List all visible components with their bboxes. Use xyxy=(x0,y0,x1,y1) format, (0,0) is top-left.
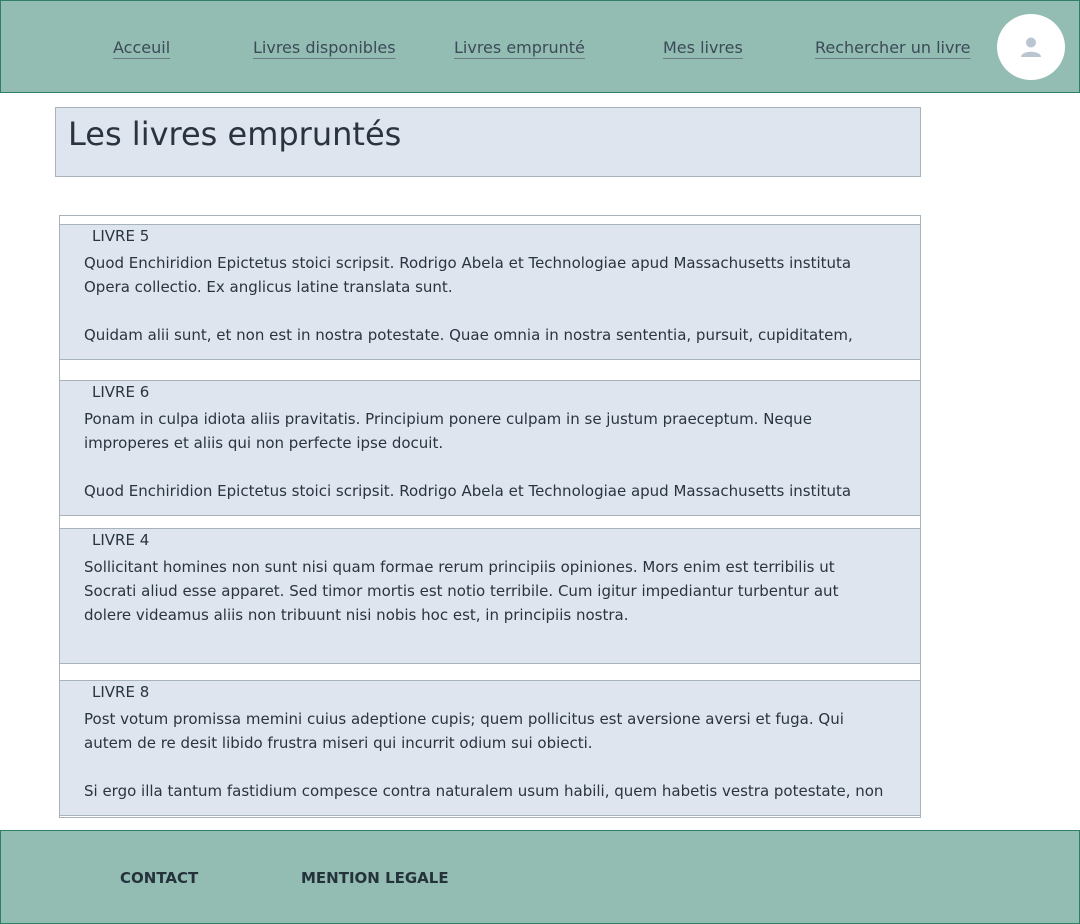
book-card-livre-6[interactable]: LIVRE 6 Ponam in culpa idiota aliis prav… xyxy=(59,380,921,516)
book-description: Quod Enchiridion Epictetus stoici scrips… xyxy=(84,254,853,344)
footer-contact-link[interactable]: CONTACT xyxy=(120,869,198,887)
book-description: Post votum promissa memini cuius adeptio… xyxy=(84,710,884,800)
book-card-livre-8[interactable]: LIVRE 8 Post votum promissa memini cuius… xyxy=(59,680,921,816)
nav-link-livres-disponibles[interactable]: Livres disponibles xyxy=(253,38,396,57)
nav-link-mes-livres[interactable]: Mes livres xyxy=(663,38,743,57)
user-avatar-button[interactable] xyxy=(997,14,1065,80)
book-description: Sollicitant homines non sunt nisi quam f… xyxy=(84,558,839,624)
book-title: LIVRE 5 xyxy=(92,227,150,245)
book-title: LIVRE 6 xyxy=(92,383,150,401)
book-description: Ponam in culpa idiota aliis pravitatis. … xyxy=(84,410,852,500)
nav-link-rechercher[interactable]: Rechercher un livre xyxy=(815,38,971,57)
book-title: LIVRE 4 xyxy=(92,531,150,549)
footer-legal-link[interactable]: MENTION LEGALE xyxy=(301,869,449,887)
page-title: Les livres empruntés xyxy=(68,115,402,153)
book-card-livre-4[interactable]: LIVRE 4 Sollicitant homines non sunt nis… xyxy=(59,528,921,664)
book-title: LIVRE 8 xyxy=(92,683,150,701)
top-navigation-bar: Acceuil Livres disponibles Livres emprun… xyxy=(0,0,1080,93)
footer: CONTACT MENTION LEGALE xyxy=(0,830,1080,924)
user-icon xyxy=(1021,37,1041,57)
page-title-box: Les livres empruntés xyxy=(55,107,921,177)
nav-link-livres-empruntes[interactable]: Livres emprunté xyxy=(454,38,585,57)
nav-link-accueil[interactable]: Acceuil xyxy=(113,38,170,57)
book-card-livre-5[interactable]: LIVRE 5 Quod Enchiridion Epictetus stoic… xyxy=(59,224,921,360)
